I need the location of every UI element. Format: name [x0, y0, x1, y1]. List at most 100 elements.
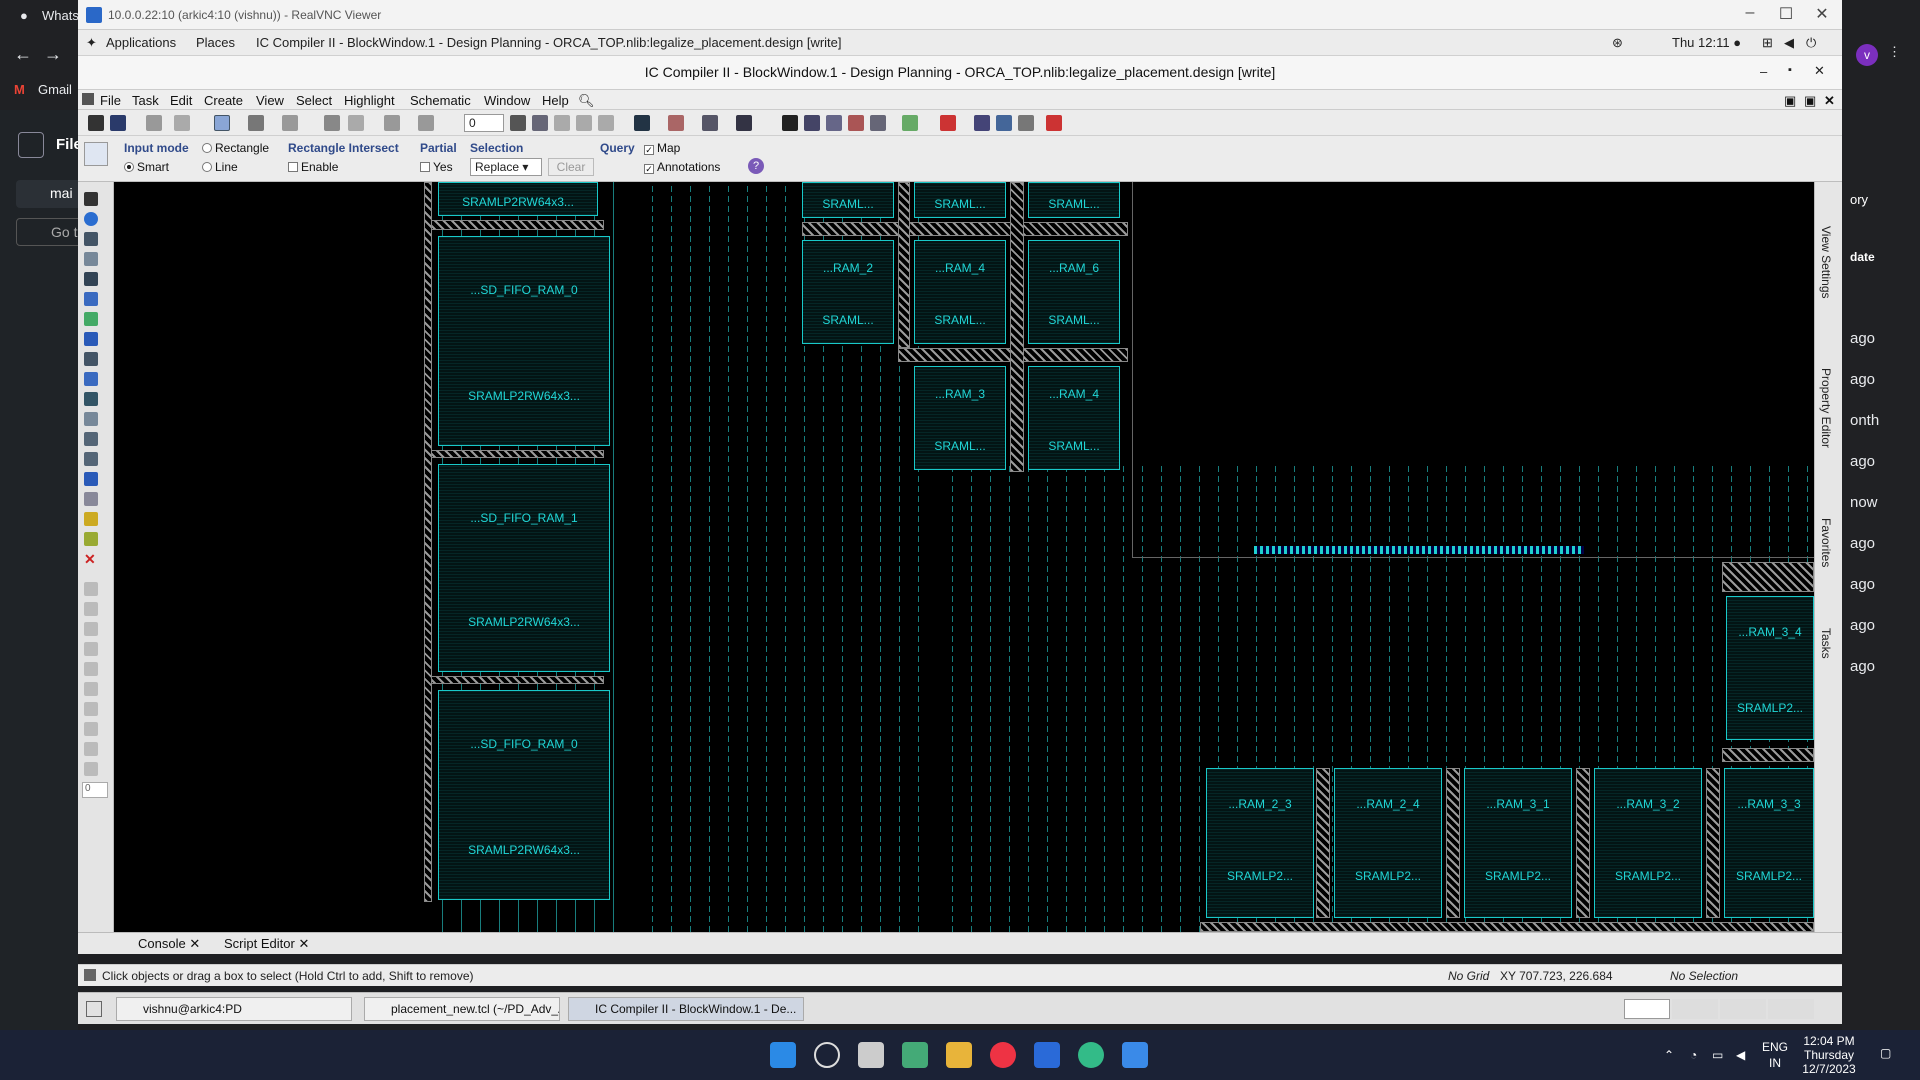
- active-window-title[interactable]: IC Compiler II - BlockWindow.1 - Design …: [256, 35, 842, 50]
- distribute-icon[interactable]: [576, 115, 592, 131]
- value-field[interactable]: 0: [82, 782, 108, 798]
- gmail-bookmark[interactable]: Gmail: [38, 82, 72, 97]
- macro[interactable]: ...RAM_3_4 SRAMLP2...: [1726, 596, 1814, 740]
- copy-icon[interactable]: [84, 432, 98, 446]
- save-icon[interactable]: [110, 115, 126, 131]
- input-mode-smart[interactable]: Smart: [124, 160, 169, 174]
- annotations-checkbox[interactable]: ✓ Annotations: [644, 160, 720, 174]
- file-explorer-icon[interactable]: [946, 1042, 972, 1068]
- brush-icon[interactable]: [84, 642, 98, 656]
- placement-blockage[interactable]: [1132, 182, 1814, 558]
- tab-console[interactable]: Console ✕: [138, 936, 200, 952]
- close-icon[interactable]: ✕: [1804, 4, 1840, 24]
- wifi-icon[interactable]: ◔: [1690, 1048, 1697, 1062]
- whatsapp-tab[interactable]: Whats: [42, 8, 79, 23]
- partial-yes-checkbox[interactable]: Yes: [420, 160, 453, 174]
- macro[interactable]: SRAML...: [802, 182, 894, 218]
- workspace-2[interactable]: [1672, 999, 1718, 1019]
- tab-favorites[interactable]: Favorites: [1819, 518, 1833, 567]
- stack-icon[interactable]: [84, 492, 98, 506]
- network-app-icon[interactable]: [902, 1042, 928, 1068]
- chrome-icon[interactable]: [990, 1042, 1016, 1068]
- dock-icon[interactable]: ▣: [1784, 93, 1796, 109]
- menu-window[interactable]: Window: [484, 93, 530, 108]
- restore-icon[interactable]: ▣: [1804, 93, 1816, 109]
- pencil-icon[interactable]: [84, 662, 98, 676]
- edit-icon[interactable]: [146, 115, 162, 131]
- macro[interactable]: ...RAM_6 SRAML...: [1028, 240, 1120, 344]
- back-arrow-icon[interactable]: ←: [14, 44, 32, 65]
- error-icon[interactable]: [1046, 115, 1062, 131]
- close-icon[interactable]: ✕: [1824, 93, 1835, 109]
- macro[interactable]: ...RAM_3_1 SRAMLP2...: [1464, 768, 1572, 918]
- clock-day[interactable]: Thursday: [1794, 1048, 1864, 1062]
- whatsapp-icon[interactable]: ●: [20, 8, 28, 23]
- lock-icon[interactable]: [84, 582, 98, 596]
- stack-icon[interactable]: [598, 115, 614, 131]
- macro[interactable]: ...RAM_4 SRAML...: [914, 240, 1006, 344]
- clock-time[interactable]: 12:04 PM: [1794, 1034, 1864, 1048]
- browser-menu-icon[interactable]: ⋮: [1888, 44, 1901, 60]
- menu-edit[interactable]: Edit: [170, 93, 192, 108]
- maximize-icon[interactable]: ☐: [1768, 4, 1804, 24]
- layer-number-input[interactable]: 0: [464, 114, 504, 132]
- language-bottom[interactable]: IN: [1760, 1056, 1790, 1070]
- macro[interactable]: SRAML...: [1028, 182, 1120, 218]
- macro[interactable]: ...RAM_3 SRAML...: [914, 366, 1006, 470]
- workspace-1[interactable]: [1624, 999, 1670, 1019]
- workspace-3[interactable]: [1720, 999, 1766, 1019]
- layout-icon[interactable]: [870, 115, 886, 131]
- compare-icon[interactable]: [902, 115, 918, 131]
- menu-select[interactable]: Select: [296, 93, 332, 108]
- macro[interactable]: ...SD_FIFO_RAM_0 SRAMLP2RW64x3...: [438, 690, 610, 900]
- report-icon[interactable]: [974, 115, 990, 131]
- tree-icon[interactable]: [826, 115, 842, 131]
- align-icon[interactable]: [554, 115, 570, 131]
- language-top[interactable]: ENG: [1760, 1040, 1790, 1054]
- menu-create[interactable]: Create: [204, 93, 243, 108]
- pointer-icon[interactable]: [84, 192, 98, 206]
- hierarchy-icon[interactable]: [702, 115, 718, 131]
- resize-icon[interactable]: [84, 292, 98, 306]
- layer-icon[interactable]: [84, 332, 98, 346]
- pin-icon[interactable]: [510, 115, 526, 131]
- cell-icon[interactable]: [84, 352, 98, 366]
- task-view-icon[interactable]: [858, 1042, 884, 1068]
- array-icon[interactable]: [84, 452, 98, 466]
- box-icon[interactable]: [84, 252, 98, 266]
- zoom-icon[interactable]: [84, 232, 98, 246]
- realvnc-icon[interactable]: [1122, 1042, 1148, 1068]
- highlight-icon[interactable]: [84, 532, 98, 546]
- minimize-icon[interactable]: –: [1732, 4, 1768, 22]
- text-icon[interactable]: [84, 472, 98, 486]
- gmail-icon[interactable]: M: [14, 82, 25, 97]
- route-icon[interactable]: [248, 115, 264, 131]
- select-tool-icon[interactable]: [214, 115, 230, 131]
- select-mode-icon[interactable]: [84, 142, 108, 166]
- clock[interactable]: Thu 12:11 ●: [1672, 35, 1741, 50]
- accessibility-icon[interactable]: ⊛: [1612, 35, 1623, 51]
- check-icon[interactable]: [996, 115, 1012, 131]
- input-mode-rectangle[interactable]: Rectangle: [202, 141, 269, 155]
- list-icon[interactable]: [1018, 115, 1034, 131]
- tray-arrow-icon[interactable]: ⌃: [1664, 1048, 1674, 1062]
- macro[interactable]: ...RAM_2 SRAML...: [802, 240, 894, 344]
- grid-icon[interactable]: [804, 115, 820, 131]
- shape-icon[interactable]: [736, 115, 752, 131]
- drc-icon[interactable]: [940, 115, 956, 131]
- redo-icon[interactable]: [418, 115, 434, 131]
- color-icon[interactable]: [84, 512, 98, 526]
- places-menu[interactable]: Places: [196, 35, 235, 50]
- open-icon[interactable]: [88, 115, 104, 131]
- macro[interactable]: SRAMLP2RW64x3...: [438, 182, 598, 216]
- macro[interactable]: ...RAM_3_2 SRAMLP2...: [1594, 768, 1702, 918]
- macro[interactable]: ...RAM_3_3 SRAMLP2...: [1724, 768, 1814, 918]
- search-icon[interactable]: 🔍︎: [578, 93, 595, 109]
- menu-file[interactable]: File: [100, 93, 121, 108]
- power-icon[interactable]: ⏻: [1806, 35, 1816, 51]
- menu-task[interactable]: Task: [132, 93, 159, 108]
- clock-date[interactable]: 12/7/2023: [1794, 1062, 1864, 1076]
- unlock-icon[interactable]: [84, 602, 98, 616]
- volume-icon[interactable]: ◀: [1784, 35, 1794, 51]
- tab-tasks[interactable]: Tasks: [1819, 628, 1833, 659]
